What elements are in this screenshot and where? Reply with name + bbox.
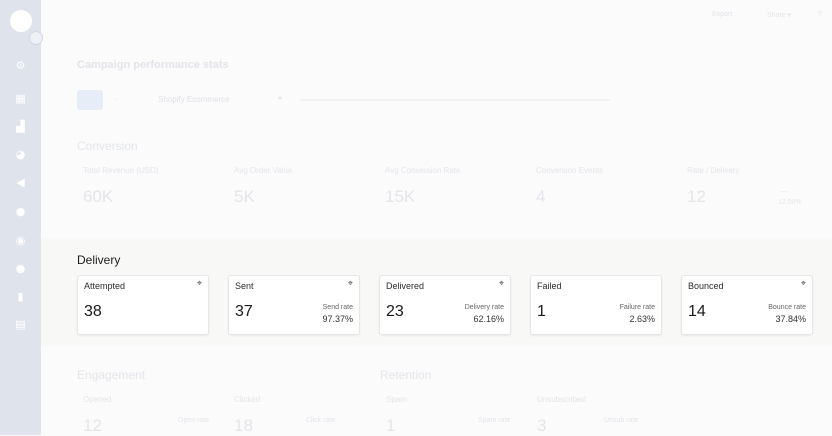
card-rate-value: 2.63% bbox=[629, 314, 655, 324]
card-label: Bounced bbox=[688, 281, 724, 291]
card-rate-label: Bounce rate bbox=[768, 304, 806, 311]
metric-value: 60K bbox=[83, 187, 114, 206]
chevron-down-icon[interactable]: ▾ bbox=[278, 94, 282, 103]
card-rate-label: Failure rate bbox=[619, 304, 655, 311]
card-rate-value: 97.37% bbox=[322, 314, 353, 324]
metric-value: 18 bbox=[234, 416, 253, 435]
document-icon[interactable]: ▮ bbox=[13, 289, 28, 304]
export-link[interactable]: Export bbox=[712, 11, 732, 18]
metric-value: 3 bbox=[537, 416, 547, 435]
engagement-title: Engagement bbox=[77, 368, 146, 382]
help-icon[interactable]: ? bbox=[818, 11, 822, 18]
pie-chart-icon[interactable]: ◕ bbox=[13, 147, 28, 162]
metric-label: Total Revenue (USD) bbox=[83, 166, 159, 175]
metric-value: 4 bbox=[536, 187, 546, 206]
metric-sub-label: Unsub rate bbox=[604, 417, 639, 424]
retention-title: Retention bbox=[380, 368, 432, 382]
dashboard-icon[interactable]: ▦ bbox=[13, 91, 28, 106]
metric-card-failed[interactable]: Failed 1 Failure rate 2.63% bbox=[530, 275, 662, 335]
user-icon[interactable]: ◉ bbox=[13, 233, 28, 248]
card-rate-value: 37.84% bbox=[775, 314, 806, 324]
delivery-title: Delivery bbox=[77, 253, 121, 267]
metric-label: Conversion Events bbox=[536, 166, 604, 175]
card-value: 14 bbox=[688, 303, 706, 320]
card-value: 38 bbox=[84, 303, 102, 320]
metric-sub-label: Spam rate bbox=[478, 417, 511, 424]
chat-icon[interactable]: ● bbox=[13, 261, 28, 276]
pin-icon[interactable]: ⌖ bbox=[348, 279, 353, 289]
metric-card-bounced[interactable]: Bounced ⌖ 14 Bounce rate 37.84% bbox=[681, 275, 813, 335]
metric-value: 12 bbox=[687, 187, 706, 206]
conversion-title: Conversion bbox=[77, 139, 138, 153]
card-rate-value: 62.16% bbox=[473, 314, 504, 324]
share-dropdown[interactable]: Share ▾ bbox=[767, 11, 791, 19]
card-label: Delivered bbox=[386, 281, 425, 291]
metric-label: Avg Order Value bbox=[234, 166, 293, 175]
date-range-bar[interactable] bbox=[300, 99, 610, 101]
megaphone-icon[interactable]: ◀ bbox=[13, 175, 28, 190]
metric-sub-label: Open rate bbox=[178, 417, 210, 424]
filter-button[interactable] bbox=[77, 90, 103, 110]
metric-label: Unsubscribed bbox=[537, 395, 586, 404]
metric-value: 1 bbox=[386, 416, 396, 435]
card-label: Failed bbox=[537, 281, 562, 291]
card-value: 1 bbox=[537, 303, 546, 320]
card-label: Sent bbox=[235, 281, 254, 291]
analytics-icon[interactable]: ▟ bbox=[13, 119, 28, 134]
card-label: Attempted bbox=[84, 281, 126, 291]
avatar[interactable] bbox=[10, 10, 32, 32]
metric-card-delivered[interactable]: Delivered ⌖ 23 Delivery rate 62.16% bbox=[379, 275, 511, 335]
metric-label: Rate / Delivery bbox=[687, 166, 740, 175]
sidebar: ⚙ ▦ ▟ ◕ ◀ ● ◉ ● ▮ ▤ bbox=[0, 0, 43, 435]
store-select[interactable]: Shopify Ecommerce bbox=[158, 95, 230, 104]
metric-sub-label: Click rate bbox=[306, 417, 336, 424]
card-rate-label: Send rate bbox=[322, 304, 353, 311]
gear-icon[interactable]: ⚙ bbox=[13, 58, 28, 73]
pin-icon[interactable]: ⌖ bbox=[197, 279, 202, 289]
metric-value: 5K bbox=[234, 187, 255, 206]
sidebar-collapse-toggle[interactable] bbox=[29, 31, 43, 45]
metric-value: 15K bbox=[385, 187, 416, 206]
card-value: 37 bbox=[235, 303, 253, 320]
card-rate-label: Delivery rate bbox=[464, 304, 504, 311]
metric-card-sent[interactable]: Sent ⌖ 37 Send rate 97.37% bbox=[228, 275, 360, 335]
dot-icon[interactable]: ● bbox=[13, 204, 28, 219]
gallery-icon[interactable]: ▤ bbox=[13, 317, 28, 332]
metric-label: Clicked bbox=[234, 395, 261, 404]
metric-label: Opened bbox=[83, 395, 112, 404]
metric-sub-value: 12.00% bbox=[778, 199, 802, 206]
metric-label: Avg Conversion Rate bbox=[385, 166, 461, 175]
pin-icon[interactable]: ⌖ bbox=[801, 279, 806, 289]
page-title: Campaign performance stats bbox=[77, 59, 229, 71]
filter-option-icon[interactable]: ◦ bbox=[114, 94, 117, 104]
metric-label: Spam bbox=[386, 395, 407, 404]
metric-value: 12 bbox=[83, 416, 102, 435]
metric-card-attempted[interactable]: Attempted ⌖ 38 bbox=[77, 275, 209, 335]
card-value: 23 bbox=[386, 303, 404, 320]
metric-sub-label: — bbox=[780, 188, 787, 195]
pin-icon[interactable]: ⌖ bbox=[499, 279, 504, 289]
